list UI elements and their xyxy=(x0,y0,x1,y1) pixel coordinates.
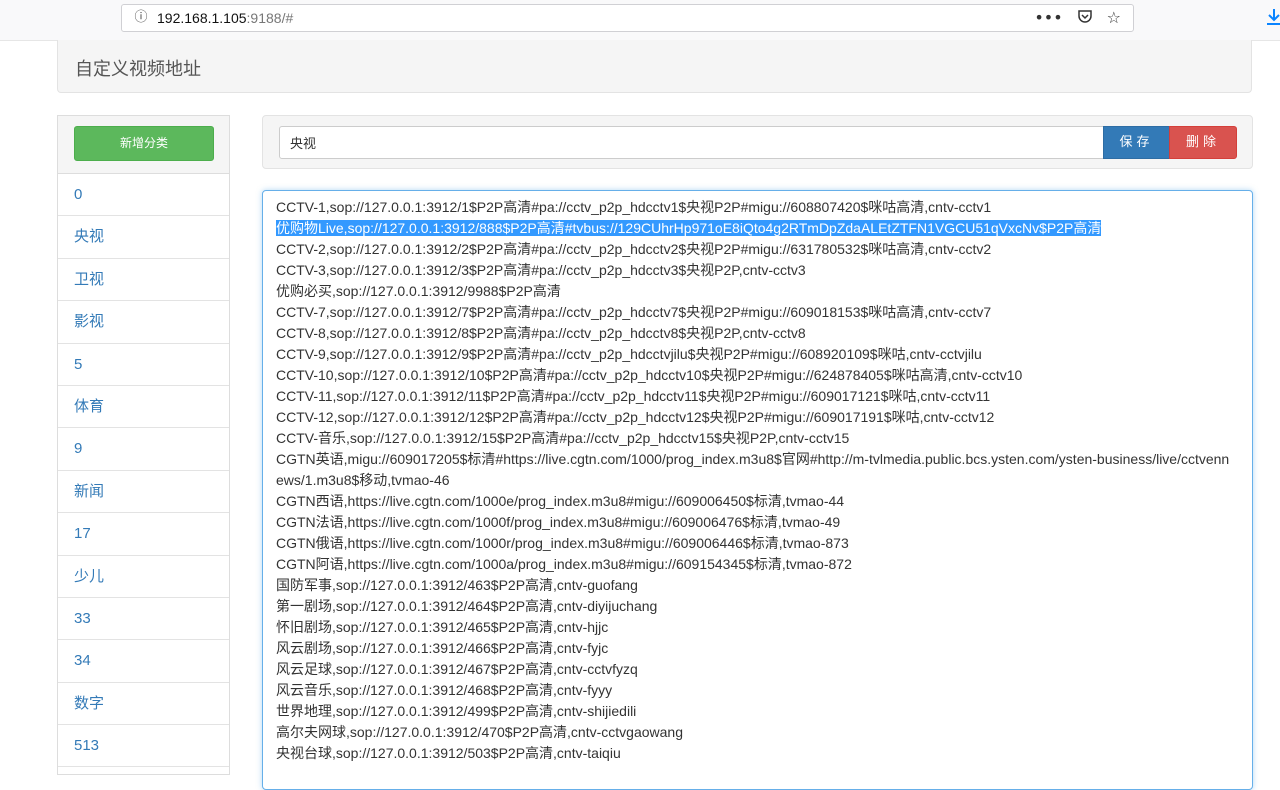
url-line: CCTV-10,sop://127.0.0.1:3912/10$P2P高清#pa… xyxy=(276,365,1236,386)
video-urls-textarea[interactable]: CCTV-1,sop://127.0.0.1:3912/1$P2P高清#pa:/… xyxy=(262,190,1253,790)
url-line: CCTV-2,sop://127.0.0.1:3912/2$P2P高清#pa:/… xyxy=(276,239,1236,260)
category-item[interactable]: 5 xyxy=(58,344,229,386)
url-line-text: CCTV-1,sop://127.0.0.1:3912/1$P2P高清#pa:/… xyxy=(276,199,992,215)
url-line: CCTV-3,sop://127.0.0.1:3912/3$P2P高清#pa:/… xyxy=(276,260,1236,281)
category-item[interactable]: 34 xyxy=(58,640,229,683)
info-icon[interactable]: ⓘ xyxy=(132,9,150,27)
url-line: CGTN法语,https://live.cgtn.com/1000f/prog_… xyxy=(276,512,1236,533)
delete-button[interactable]: 删除 xyxy=(1169,126,1237,159)
url-line: 风云剧场,sop://127.0.0.1:3912/466$P2P高清,cntv… xyxy=(276,638,1236,659)
category-item[interactable]: 17 xyxy=(58,513,229,556)
url-line-text: CGTN俄语,https://live.cgtn.com/1000r/prog_… xyxy=(276,535,849,551)
video-urls-content: CCTV-1,sop://127.0.0.1:3912/1$P2P高清#pa:/… xyxy=(276,197,1236,764)
url-line: 风云足球,sop://127.0.0.1:3912/467$P2P高清,cntv… xyxy=(276,659,1236,680)
browser-toolbar: ⓘ 192.168.1.105:9188/# ••• ☆ xyxy=(0,0,1280,41)
url-line: CCTV-9,sop://127.0.0.1:3912/9$P2P高清#pa:/… xyxy=(276,344,1236,365)
category-item[interactable]: 少儿 xyxy=(58,556,229,598)
url-line-text: 第一剧场,sop://127.0.0.1:3912/464$P2P高清,cntv… xyxy=(276,598,658,614)
url-line-text: CGTN西语,https://live.cgtn.com/1000e/prog_… xyxy=(276,493,845,509)
category-item[interactable]: 新闻 xyxy=(58,471,229,514)
url-line: 怀旧剧场,sop://127.0.0.1:3912/465$P2P高清,cntv… xyxy=(276,617,1236,638)
url-line-text: CGTN阿语,https://live.cgtn.com/1000a/prog_… xyxy=(276,556,852,572)
url-line: 国防军事,sop://127.0.0.1:3912/463$P2P高清,cntv… xyxy=(276,575,1236,596)
url-line-text: CCTV-音乐,sop://127.0.0.1:3912/15$P2P高清#pa… xyxy=(276,430,850,446)
url-line: 央视台球,sop://127.0.0.1:3912/503$P2P高清,cntv… xyxy=(276,743,1236,764)
url-line-text: CCTV-7,sop://127.0.0.1:3912/7$P2P高清#pa:/… xyxy=(276,304,992,320)
url-line: CGTN英语,migu://609017205$标清#https://live.… xyxy=(276,449,1236,491)
url-line-text: 风云音乐,sop://127.0.0.1:3912/468$P2P高清,cntv… xyxy=(276,682,613,698)
url-line-text: CCTV-8,sop://127.0.0.1:3912/8$P2P高清#pa:/… xyxy=(276,325,806,341)
sidebar-toolbar: 新增分类 xyxy=(58,116,229,174)
url-line-text: 国防军事,sop://127.0.0.1:3912/463$P2P高清,cntv… xyxy=(276,577,638,593)
url-line: CGTN西语,https://live.cgtn.com/1000e/prog_… xyxy=(276,491,1236,512)
url-line-text: 高尔夫网球,sop://127.0.0.1:3912/470$P2P高清,cnt… xyxy=(276,724,683,740)
url-line-text: CCTV-3,sop://127.0.0.1:3912/3$P2P高清#pa:/… xyxy=(276,262,806,278)
url-line-text: 优购物Live,sop://127.0.0.1:3912/888$P2P高清#t… xyxy=(276,220,1102,236)
category-sidebar: 新增分类 0 央视 卫视 影视 5 体育 9 新闻 17 少儿 33 34 数字 513 xyxy=(57,115,230,775)
url-line: 第一剧场,sop://127.0.0.1:3912/464$P2P高清,cntv… xyxy=(276,596,1236,617)
pocket-icon[interactable] xyxy=(1077,8,1093,29)
category-item[interactable]: 央视 xyxy=(58,216,229,259)
category-name-input[interactable] xyxy=(279,126,1104,159)
url-line-text: 风云足球,sop://127.0.0.1:3912/467$P2P高清,cntv… xyxy=(276,661,638,677)
url-line: CCTV-7,sop://127.0.0.1:3912/7$P2P高清#pa:/… xyxy=(276,302,1236,323)
url-line: CCTV-1,sop://127.0.0.1:3912/1$P2P高清#pa:/… xyxy=(276,197,1236,218)
category-item[interactable]: 影视 xyxy=(58,301,229,344)
category-item[interactable]: 0 xyxy=(58,174,229,217)
category-item[interactable]: 513 xyxy=(58,725,229,768)
url-line-text: 央视台球,sop://127.0.0.1:3912/503$P2P高清,cntv… xyxy=(276,745,621,761)
url-line-text: CGTN英语,migu://609017205$标清#https://live.… xyxy=(276,451,1230,488)
category-item[interactable]: 卫视 xyxy=(58,259,229,302)
url-line: CCTV-11,sop://127.0.0.1:3912/11$P2P高清#pa… xyxy=(276,386,1236,407)
url-line-text: CCTV-10,sop://127.0.0.1:3912/10$P2P高清#pa… xyxy=(276,367,1023,383)
url-line-text: 怀旧剧场,sop://127.0.0.1:3912/465$P2P高清,cntv… xyxy=(276,619,609,635)
url-line: CGTN俄语,https://live.cgtn.com/1000r/prog_… xyxy=(276,533,1236,554)
bookmark-star-icon[interactable]: ☆ xyxy=(1107,8,1121,29)
url-line-text: 风云剧场,sop://127.0.0.1:3912/466$P2P高清,cntv… xyxy=(276,640,609,656)
url-line-text: CCTV-9,sop://127.0.0.1:3912/9$P2P高清#pa:/… xyxy=(276,346,982,362)
add-category-button[interactable]: 新增分类 xyxy=(74,126,214,161)
url-line-text: CCTV-11,sop://127.0.0.1:3912/11$P2P高清#pa… xyxy=(276,388,991,404)
category-list: 0 央视 卫视 影视 5 体育 9 新闻 17 少儿 33 34 数字 513 xyxy=(58,174,229,768)
url-line: CCTV-8,sop://127.0.0.1:3912/8$P2P高清#pa:/… xyxy=(276,323,1236,344)
url-text[interactable]: 192.168.1.105:9188/# xyxy=(157,9,293,27)
url-line: CCTV-12,sop://127.0.0.1:3912/12$P2P高清#pa… xyxy=(276,407,1236,428)
more-icon[interactable]: ••• xyxy=(1034,8,1062,29)
url-line-text: CCTV-12,sop://127.0.0.1:3912/12$P2P高清#pa… xyxy=(276,409,995,425)
url-line-text: CCTV-2,sop://127.0.0.1:3912/2$P2P高清#pa:/… xyxy=(276,241,992,257)
address-bar[interactable]: ⓘ 192.168.1.105:9188/# ••• ☆ xyxy=(121,4,1134,32)
page-header: 自定义视频地址 xyxy=(57,40,1252,93)
url-line-text: CGTN法语,https://live.cgtn.com/1000f/prog_… xyxy=(276,514,841,530)
url-line: 高尔夫网球,sop://127.0.0.1:3912/470$P2P高清,cnt… xyxy=(276,722,1236,743)
category-item[interactable]: 33 xyxy=(58,598,229,641)
category-item[interactable]: 数字 xyxy=(58,683,229,726)
category-item[interactable]: 体育 xyxy=(58,386,229,429)
page-title: 自定义视频地址 xyxy=(75,59,201,79)
url-line: CCTV-音乐,sop://127.0.0.1:3912/15$P2P高清#pa… xyxy=(276,428,1236,449)
url-line: 优购必买,sop://127.0.0.1:3912/9988$P2P高清 xyxy=(276,281,1236,302)
url-line: CGTN阿语,https://live.cgtn.com/1000a/prog_… xyxy=(276,554,1236,575)
url-path: :9188/# xyxy=(246,10,294,26)
save-button[interactable]: 保存 xyxy=(1103,126,1170,159)
url-line-text: 世界地理,sop://127.0.0.1:3912/499$P2P高清,cntv… xyxy=(276,703,637,719)
url-line: 优购物Live,sop://127.0.0.1:3912/888$P2P高清#t… xyxy=(276,218,1236,239)
url-line: 世界地理,sop://127.0.0.1:3912/499$P2P高清,cntv… xyxy=(276,701,1236,722)
url-host: 192.168.1.105 xyxy=(157,10,247,26)
download-icon[interactable] xyxy=(1266,8,1280,31)
category-edit-panel: 保存 删除 xyxy=(262,115,1253,169)
category-item[interactable]: 9 xyxy=(58,428,229,471)
url-line: 风云音乐,sop://127.0.0.1:3912/468$P2P高清,cntv… xyxy=(276,680,1236,701)
url-line-text: 优购必买,sop://127.0.0.1:3912/9988$P2P高清 xyxy=(276,283,561,299)
